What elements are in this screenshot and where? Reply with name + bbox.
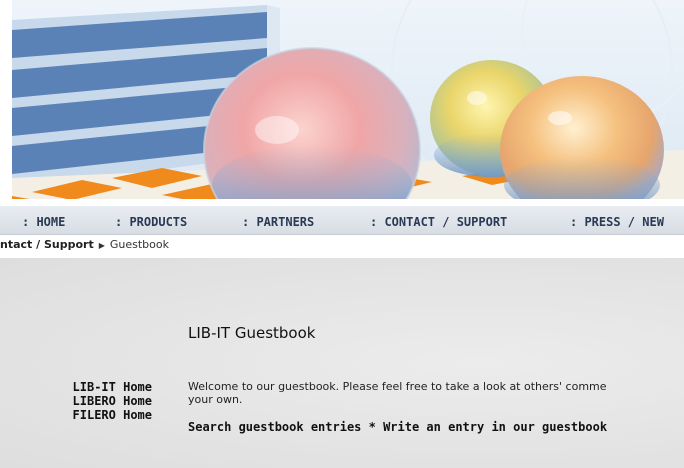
- write-entry-link[interactable]: Write an entry in our guestbook: [383, 420, 607, 434]
- header-banner: [12, 0, 684, 203]
- triangle-right-icon: ▶: [98, 241, 105, 250]
- intro-text: Welcome to our guestbook. Please feel fr…: [188, 380, 684, 406]
- nav-contact-support[interactable]: : CONTACT / SUPPORT: [370, 215, 507, 229]
- intro-line: your own.: [188, 393, 243, 406]
- breadcrumb-contact-support[interactable]: ntact / Support: [0, 238, 94, 251]
- main-content: LIB-IT Guestbook LIB-IT Home LIBERO Home…: [0, 258, 684, 468]
- intro-line: Welcome to our guestbook. Please feel fr…: [188, 380, 607, 393]
- nav-home[interactable]: : HOME: [22, 215, 65, 229]
- page: : HOME : PRODUCTS : PARTNERS : CONTACT /…: [0, 0, 684, 468]
- nav-press-news[interactable]: : PRESS / NEW: [570, 215, 664, 229]
- main-nav: : HOME : PRODUCTS : PARTNERS : CONTACT /…: [0, 203, 684, 235]
- side-links: LIB-IT Home LIBERO Home FILERO Home: [0, 380, 152, 422]
- nav-products[interactable]: : PRODUCTS: [115, 215, 187, 229]
- actions-separator: *: [361, 420, 384, 434]
- banner-illustration: [12, 0, 684, 203]
- side-link-lib-it-home[interactable]: LIB-IT Home: [0, 380, 152, 394]
- guestbook-actions: Search guestbook entries * Write an entr…: [188, 420, 607, 434]
- breadcrumb-current: Guestbook: [109, 238, 169, 251]
- side-link-filero-home[interactable]: FILERO Home: [0, 408, 152, 422]
- breadcrumb: ntact / Support ▶ Guestbook: [0, 238, 684, 258]
- side-link-libero-home[interactable]: LIBERO Home: [0, 394, 152, 408]
- search-entries-link[interactable]: Search guestbook entries: [188, 420, 361, 434]
- nav-partners[interactable]: : PARTNERS: [242, 215, 314, 229]
- page-title: LIB-IT Guestbook: [188, 324, 316, 342]
